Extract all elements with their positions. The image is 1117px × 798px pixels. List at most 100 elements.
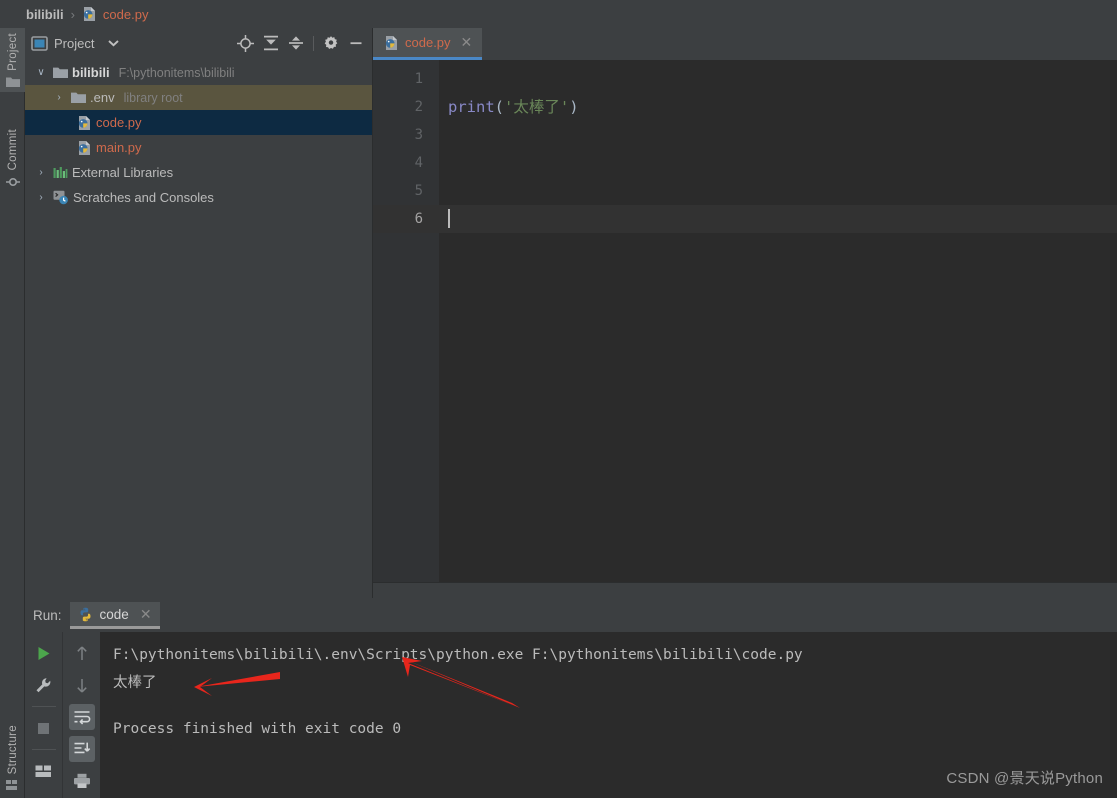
editor-area: code.py ✕ 1 2 3 4 5 6 print('太棒了'): [373, 28, 1117, 598]
pycharm-window: bilibili › code.py Project Commit Struct…: [0, 0, 1117, 798]
stop-icon[interactable]: [31, 715, 57, 741]
line-number: 4: [414, 155, 423, 171]
toolbar-divider: [313, 35, 314, 51]
code-token-close-paren: ): [569, 98, 579, 116]
editor-tab-label: code.py: [405, 35, 451, 50]
line-number: 1: [414, 71, 423, 87]
chevron-right-icon[interactable]: ›: [33, 192, 49, 203]
code-body[interactable]: print('太棒了'): [439, 60, 1117, 598]
toolbar-divider: [31, 706, 56, 707]
tree-row[interactable]: › External Libraries: [25, 160, 372, 185]
console-command-line: F:\pythonitems\bilibili\.env\Scripts\pyt…: [113, 647, 803, 663]
code-line-2: print('太棒了'): [439, 93, 1117, 121]
tree-row-label: .env: [90, 90, 115, 105]
libraries-icon: [53, 166, 68, 180]
tree-row-label: Scratches and Consoles: [73, 190, 214, 205]
text-caret: [448, 209, 450, 228]
python-file-icon: [384, 35, 399, 51]
python-file-icon: [82, 6, 97, 22]
run-toolbar-left: [25, 632, 62, 798]
scratches-icon: [53, 190, 69, 205]
code-token-open-paren: (: [494, 98, 505, 116]
tree-row[interactable]: main.py: [25, 135, 372, 160]
folder-icon: [71, 91, 86, 104]
commit-icon: [5, 175, 20, 189]
tree-row-sublabel: library root: [123, 90, 183, 105]
project-panel: Project ∨ bilibili F:\pythonitems\bilibi…: [25, 28, 373, 598]
project-panel-header: Project: [25, 28, 372, 58]
sidebar-item-structure-label: Structure: [6, 725, 19, 775]
line-number: 2: [414, 99, 423, 115]
python-icon: [78, 607, 93, 622]
breadcrumb-project[interactable]: bilibili: [26, 7, 64, 22]
tree-row[interactable]: › .env library root: [25, 85, 372, 110]
run-icon[interactable]: [31, 640, 57, 666]
breadcrumb-file[interactable]: code.py: [103, 7, 149, 22]
breadcrumb: bilibili › code.py: [0, 0, 1117, 28]
console-status-line: Process finished with exit code 0: [113, 721, 402, 737]
run-toolbar-right: [62, 632, 100, 798]
python-file-icon: [77, 115, 92, 131]
python-file-icon: [77, 140, 92, 156]
gear-icon[interactable]: [323, 35, 339, 51]
tree-row[interactable]: code.py: [25, 110, 372, 135]
tree-row-label: main.py: [96, 140, 142, 155]
chevron-right-icon[interactable]: ›: [51, 92, 67, 103]
console-output-line: 太棒了: [113, 675, 157, 691]
chevron-right-icon[interactable]: ›: [33, 167, 49, 178]
watermark: CSDN @景天说Python: [946, 770, 1103, 787]
tree-row[interactable]: ∨ bilibili F:\pythonitems\bilibili: [25, 60, 372, 85]
sidebar-item-structure[interactable]: Structure: [0, 720, 25, 795]
folder-icon: [53, 66, 68, 79]
soft-wrap-icon[interactable]: [68, 704, 95, 730]
project-panel-title: Project: [54, 35, 95, 51]
line-number: 6: [373, 205, 439, 233]
tree-row-sublabel: F:\pythonitems\bilibili: [118, 65, 235, 80]
breadcrumb-separator: ›: [70, 6, 75, 22]
expand-all-icon[interactable]: [263, 35, 279, 51]
collapse-all-icon[interactable]: [288, 35, 304, 51]
run-tab-code[interactable]: code ✕: [69, 601, 160, 629]
code-token-string: '太棒了': [504, 98, 570, 116]
editor-tab-bar: code.py ✕: [373, 28, 1117, 60]
tree-row-label: External Libraries: [72, 165, 174, 180]
folder-icon: [5, 76, 20, 88]
structure-icon: [6, 779, 19, 791]
arrow-down-icon[interactable]: [69, 672, 95, 698]
run-panel-tabbar: Run: code ✕: [25, 598, 1117, 632]
project-tree: ∨ bilibili F:\pythonitems\bilibili › .en…: [25, 58, 372, 210]
sidebar-item-commit[interactable]: Commit: [0, 124, 25, 193]
minimize-icon[interactable]: [348, 35, 364, 51]
editor-bottom-strip: [373, 582, 1117, 598]
sidebar-item-commit-label: Commit: [6, 129, 19, 171]
close-icon[interactable]: ✕: [140, 606, 152, 623]
sidebar-item-project-label: Project: [6, 33, 19, 71]
arrow-up-icon[interactable]: [69, 640, 95, 666]
scroll-to-end-icon[interactable]: [68, 736, 95, 762]
chevron-down-icon[interactable]: ∨: [33, 67, 49, 78]
editor-tab-code-py[interactable]: code.py ✕: [373, 28, 483, 60]
code-line-6: [439, 205, 1117, 233]
wrench-icon[interactable]: [31, 672, 57, 698]
run-panel-label: Run:: [33, 607, 62, 623]
code-editor[interactable]: 1 2 3 4 5 6 print('太棒了'): [373, 60, 1117, 598]
run-tab-label: code: [99, 606, 129, 622]
left-tool-strip: Project Commit Structure: [0, 28, 25, 798]
sidebar-item-project[interactable]: Project: [0, 28, 25, 92]
chevron-down-icon[interactable]: [108, 39, 120, 47]
tree-row-label: code.py: [96, 115, 142, 130]
editor-gutter: 1 2 3 4 5 6: [373, 60, 439, 598]
close-icon[interactable]: ✕: [461, 34, 473, 51]
locate-icon[interactable]: [237, 34, 254, 52]
tree-row[interactable]: › Scratches and Consoles: [25, 185, 372, 210]
tree-row-label: bilibili: [72, 65, 110, 80]
project-view-icon: [31, 35, 48, 51]
layout-icon[interactable]: [31, 758, 57, 784]
print-icon[interactable]: [69, 768, 95, 794]
toolbar-divider: [31, 749, 56, 750]
